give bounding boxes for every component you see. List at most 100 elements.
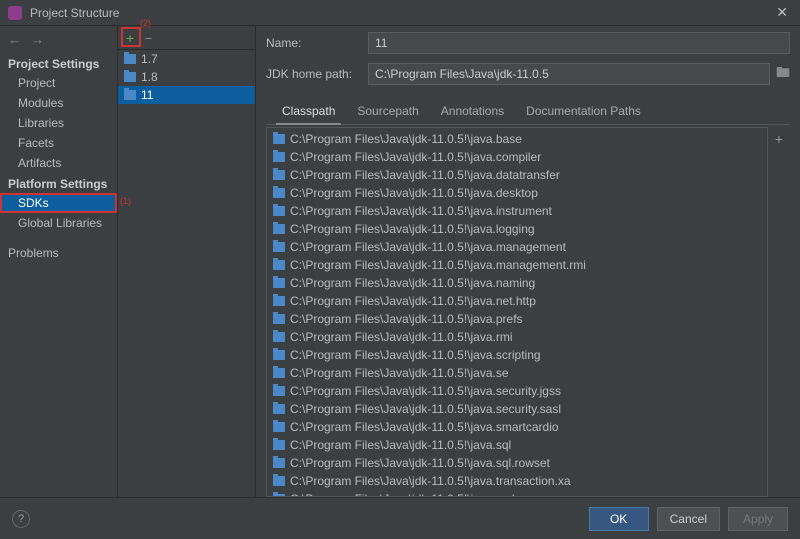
classpath-path: C:\Program Files\Java\jdk-11.0.5!\java.s…	[290, 348, 541, 362]
folder-icon	[124, 54, 136, 64]
tab-docpaths[interactable]: Documentation Paths	[524, 100, 643, 124]
classpath-row[interactable]: C:\Program Files\Java\jdk-11.0.5!\java.m…	[267, 238, 767, 256]
nav-history: ← →	[0, 30, 117, 53]
classpath-row[interactable]: C:\Program Files\Java\jdk-11.0.5!\java.s…	[267, 454, 767, 472]
folder-icon	[273, 350, 285, 360]
folder-icon	[124, 90, 136, 100]
classpath-row[interactable]: C:\Program Files\Java\jdk-11.0.5!\java.l…	[267, 220, 767, 238]
classpath-path: C:\Program Files\Java\jdk-11.0.5!\java.t…	[290, 474, 571, 488]
classpath-row[interactable]: C:\Program Files\Java\jdk-11.0.5!\java.s…	[267, 364, 767, 382]
classpath-path: C:\Program Files\Java\jdk-11.0.5!\java.m…	[290, 258, 586, 272]
classpath-row[interactable]: C:\Program Files\Java\jdk-11.0.5!\java.r…	[267, 328, 767, 346]
classpath-side-toolbar: +	[768, 127, 790, 497]
folder-icon	[273, 278, 285, 288]
detail-tabs: Classpath Sourcepath Annotations Documen…	[266, 100, 790, 125]
dialog-footer: ? OK Cancel Apply	[0, 497, 800, 539]
folder-icon	[273, 296, 285, 306]
classpath-path: C:\Program Files\Java\jdk-11.0.5!\java.p…	[290, 312, 523, 326]
sidebar: ← → Project Settings Project Modules Lib…	[0, 26, 118, 497]
classpath-path: C:\Program Files\Java\jdk-11.0.5!\java.i…	[290, 204, 552, 218]
sdk-list[interactable]: 1.7 1.8 11	[118, 50, 255, 497]
classpath-row[interactable]: C:\Program Files\Java\jdk-11.0.5!\java.n…	[267, 274, 767, 292]
sidebar-item-global-libraries[interactable]: Global Libraries	[0, 213, 117, 233]
folder-icon	[273, 152, 285, 162]
titlebar: Project Structure ✕	[0, 0, 800, 26]
classpath-path: C:\Program Files\Java\jdk-11.0.5!\java.d…	[290, 168, 560, 182]
classpath-row[interactable]: C:\Program Files\Java\jdk-11.0.5!\java.d…	[267, 166, 767, 184]
classpath-path: C:\Program Files\Java\jdk-11.0.5!\java.s…	[290, 456, 550, 470]
classpath-path: C:\Program Files\Java\jdk-11.0.5!\java.m…	[290, 240, 566, 254]
folder-icon	[273, 440, 285, 450]
classpath-row[interactable]: C:\Program Files\Java\jdk-11.0.5!\java.b…	[267, 130, 767, 148]
main-content: ← → Project Settings Project Modules Lib…	[0, 26, 800, 497]
folder-icon	[273, 368, 285, 378]
classpath-row[interactable]: C:\Program Files\Java\jdk-11.0.5!\java.s…	[267, 400, 767, 418]
folder-icon	[273, 206, 285, 216]
annotation-box-icon	[121, 27, 141, 47]
classpath-row[interactable]: C:\Program Files\Java\jdk-11.0.5!\java.s…	[267, 418, 767, 436]
remove-sdk-button[interactable]: −	[144, 30, 152, 46]
sdk-item-label: 1.8	[141, 70, 158, 84]
classpath-path: C:\Program Files\Java\jdk-11.0.5!\java.n…	[290, 276, 535, 290]
folder-icon	[273, 422, 285, 432]
cancel-button[interactable]: Cancel	[657, 507, 720, 531]
sidebar-item-label: SDKs	[18, 196, 49, 210]
sidebar-item-libraries[interactable]: Libraries	[0, 113, 117, 133]
forward-icon[interactable]: →	[31, 32, 44, 47]
classpath-path: C:\Program Files\Java\jdk-11.0.5!\java.b…	[290, 132, 522, 146]
apply-button[interactable]: Apply	[728, 507, 788, 531]
tab-sourcepath[interactable]: Sourcepath	[355, 100, 420, 124]
sdk-home-input[interactable]	[368, 63, 770, 85]
classpath-row[interactable]: C:\Program Files\Java\jdk-11.0.5!\java.s…	[267, 436, 767, 454]
classpath-row[interactable]: C:\Program Files\Java\jdk-11.0.5!\java.i…	[267, 202, 767, 220]
back-icon[interactable]: ←	[8, 32, 21, 47]
sidebar-item-facets[interactable]: Facets	[0, 133, 117, 153]
classpath-path: C:\Program Files\Java\jdk-11.0.5!\java.s…	[290, 366, 509, 380]
classpath-path: C:\Program Files\Java\jdk-11.0.5!\java.l…	[290, 222, 535, 236]
name-label: Name:	[266, 36, 362, 50]
sdk-column: + (2) − 1.7 1.8 11	[118, 26, 256, 497]
sidebar-item-project[interactable]: Project	[0, 73, 117, 93]
classpath-row[interactable]: C:\Program Files\Java\jdk-11.0.5!\java.s…	[267, 382, 767, 400]
classpath-row[interactable]: C:\Program Files\Java\jdk-11.0.5!\java.t…	[267, 472, 767, 490]
tab-classpath[interactable]: Classpath	[280, 100, 337, 124]
classpath-row[interactable]: C:\Program Files\Java\jdk-11.0.5!\java.d…	[267, 184, 767, 202]
heading-project-settings: Project Settings	[0, 53, 117, 73]
folder-icon	[273, 134, 285, 144]
sdk-list-item[interactable]: 1.7	[118, 50, 255, 68]
tab-annotations[interactable]: Annotations	[439, 100, 506, 124]
folder-icon	[273, 476, 285, 486]
folder-icon	[273, 224, 285, 234]
sidebar-item-modules[interactable]: Modules	[0, 93, 117, 113]
sdk-item-label: 1.7	[141, 52, 158, 66]
classpath-list[interactable]: C:\Program Files\Java\jdk-11.0.5!\java.b…	[266, 127, 768, 497]
classpath-row[interactable]: C:\Program Files\Java\jdk-11.0.5!\java.n…	[267, 292, 767, 310]
browse-folder-icon[interactable]: 🖿	[776, 62, 790, 86]
classpath-row[interactable]: C:\Program Files\Java\jdk-11.0.5!\java.c…	[267, 148, 767, 166]
folder-icon	[273, 260, 285, 270]
app-logo-icon	[8, 6, 22, 20]
sdk-item-label: 11	[141, 88, 153, 102]
sdk-name-input[interactable]	[368, 32, 790, 54]
help-icon[interactable]: ?	[12, 510, 30, 528]
folder-icon	[273, 188, 285, 198]
classpath-row[interactable]: C:\Program Files\Java\jdk-11.0.5!\java.p…	[267, 310, 767, 328]
classpath-row[interactable]: C:\Program Files\Java\jdk-11.0.5!\java.x…	[267, 490, 767, 497]
sidebar-item-sdks[interactable]: SDKs (1)	[0, 193, 117, 213]
folder-icon	[273, 458, 285, 468]
add-classpath-button[interactable]: +	[775, 131, 783, 147]
add-sdk-button[interactable]: + (2)	[126, 30, 134, 46]
annotation-label: (1)	[120, 196, 131, 206]
ok-button[interactable]: OK	[589, 507, 649, 531]
sidebar-item-artifacts[interactable]: Artifacts	[0, 153, 117, 173]
sidebar-item-problems[interactable]: Problems	[0, 243, 117, 263]
classpath-path: C:\Program Files\Java\jdk-11.0.5!\java.s…	[290, 438, 511, 452]
sdk-list-item[interactable]: 1.8	[118, 68, 255, 86]
annotation-label: (2)	[140, 18, 151, 28]
sdk-list-item[interactable]: 11	[118, 86, 255, 104]
folder-icon	[273, 332, 285, 342]
close-icon[interactable]: ✕	[772, 4, 792, 21]
classpath-row[interactable]: C:\Program Files\Java\jdk-11.0.5!\java.m…	[267, 256, 767, 274]
classpath-row[interactable]: C:\Program Files\Java\jdk-11.0.5!\java.s…	[267, 346, 767, 364]
folder-icon	[273, 314, 285, 324]
